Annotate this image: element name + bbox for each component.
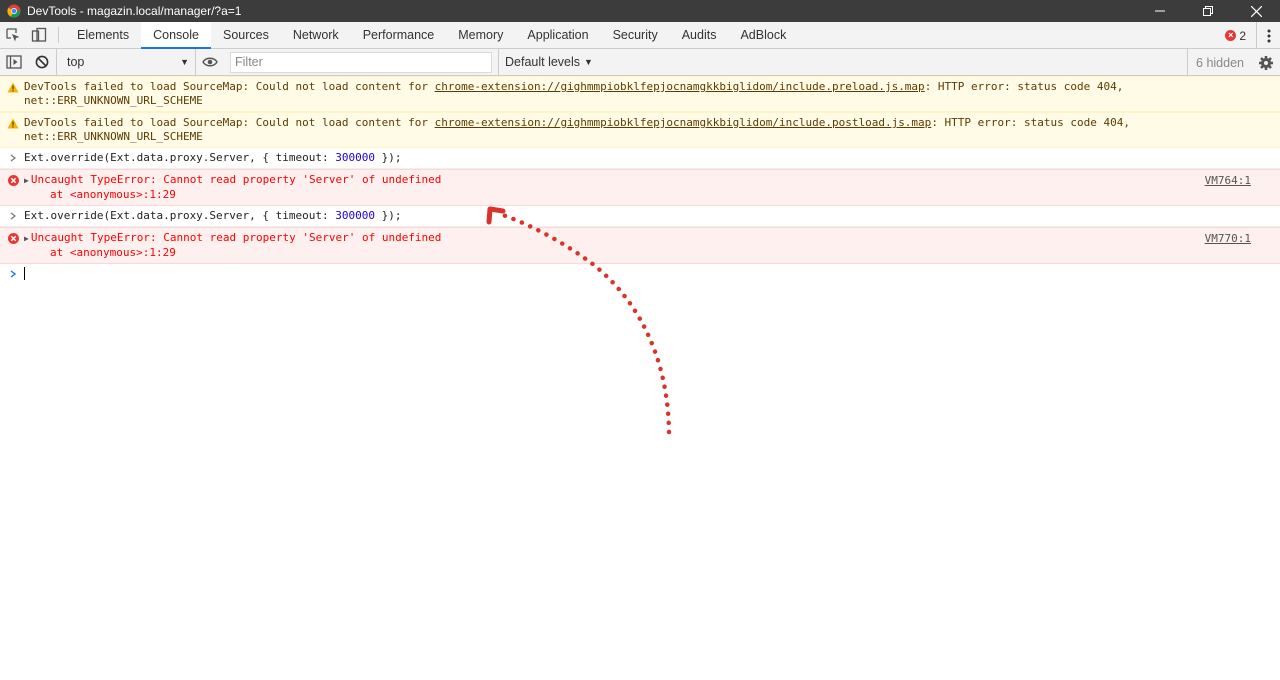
live-expression-button[interactable] (196, 49, 224, 76)
prompt-chevron-icon (10, 270, 16, 278)
tab-application[interactable]: Application (515, 22, 600, 48)
error-source-link[interactable]: VM764:1 (1205, 174, 1251, 188)
chevron-right-icon (10, 212, 16, 220)
expand-triangle-icon[interactable]: ▶ (24, 176, 29, 185)
text-caret (24, 267, 25, 280)
clear-console-button[interactable] (28, 49, 56, 76)
minimize-icon (1155, 10, 1165, 12)
console-warning-message: DevTools failed to load SourceMap: Could… (0, 76, 1280, 112)
close-icon (1250, 5, 1262, 17)
tab-memory[interactable]: Memory (446, 22, 515, 48)
error-icon: × (1225, 30, 1237, 41)
error-counter-button[interactable]: × 2 (1225, 29, 1246, 43)
warning-icon (7, 118, 19, 128)
tab-audits[interactable]: Audits (670, 22, 729, 48)
toolbar-divider (58, 27, 59, 43)
tab-adblock[interactable]: AdBlock (728, 22, 798, 48)
console-settings-button[interactable] (1252, 49, 1280, 76)
console-error-message[interactable]: ▶ Uncaught TypeError: Cannot read propert… (0, 227, 1280, 264)
window-title: DevTools - magazin.local/manager/?a=1 (27, 4, 242, 18)
error-icon (7, 232, 19, 244)
console-warning-message: DevTools failed to load SourceMap: Could… (0, 112, 1280, 148)
inspect-element-icon (6, 28, 20, 42)
customize-devtools-button[interactable] (1256, 22, 1280, 49)
log-levels-label: Default levels (505, 55, 581, 69)
expand-triangle-icon[interactable]: ▶ (24, 234, 29, 243)
chrome-logo-icon (7, 4, 21, 18)
error-source-link[interactable]: VM770:1 (1205, 232, 1251, 246)
console-command-entry: Ext.override(Ext.data.proxy.Server, { ti… (0, 206, 1280, 227)
levels-dropdown-arrow-icon: ▼ (584, 57, 593, 67)
filter-input[interactable] (230, 51, 492, 73)
console-toolbar: top ▼ Default levels ▼ 6 hidden (0, 48, 1280, 76)
gear-icon (1259, 55, 1273, 70)
console-command-entry: Ext.override(Ext.data.proxy.Server, { ti… (0, 148, 1280, 169)
log-levels-dropdown[interactable]: Default levels ▼ (498, 48, 599, 76)
sidebar-toggle-icon (6, 55, 22, 69)
tab-security[interactable]: Security (601, 22, 670, 48)
sourcemap-link[interactable]: chrome-extension://gighmmpiobklfepjocnam… (435, 80, 925, 93)
restore-button[interactable] (1184, 0, 1232, 22)
kebab-menu-icon (1267, 29, 1270, 42)
context-value: top (67, 55, 85, 69)
tab-elements[interactable]: Elements (65, 22, 141, 48)
hidden-messages-count: 6 hidden (1187, 49, 1252, 76)
device-toolbar-button[interactable] (26, 22, 52, 48)
console-prompt[interactable] (0, 264, 1280, 284)
show-sidebar-button[interactable] (0, 49, 28, 76)
dropdown-arrow-icon: ▼ (180, 57, 189, 67)
console-error-message[interactable]: ▶ Uncaught TypeError: Cannot read propert… (0, 169, 1280, 206)
tab-console[interactable]: Console (141, 22, 211, 49)
restore-icon (1203, 6, 1213, 16)
tab-network[interactable]: Network (281, 22, 351, 48)
devtools-tabs-bar: Elements Console Sources Network Perform… (0, 22, 1280, 49)
error-count: 2 (1239, 28, 1246, 43)
chevron-right-icon (10, 154, 16, 162)
error-icon (7, 174, 19, 186)
minimize-button[interactable] (1136, 0, 1184, 22)
window-titlebar: DevTools - magazin.local/manager/?a=1 (0, 0, 1280, 22)
sourcemap-link[interactable]: chrome-extension://gighmmpiobklfepjocnam… (435, 116, 932, 129)
tab-sources[interactable]: Sources (211, 22, 281, 48)
window-controls (1136, 0, 1280, 22)
device-toggle-icon (31, 27, 47, 42)
clear-console-icon (35, 55, 49, 69)
warning-icon (7, 82, 19, 92)
eye-icon (202, 57, 218, 67)
close-window-button[interactable] (1232, 0, 1280, 22)
inspect-element-button[interactable] (0, 22, 26, 48)
console-messages: DevTools failed to load SourceMap: Could… (0, 76, 1280, 284)
tab-performance[interactable]: Performance (351, 22, 447, 48)
execution-context-select[interactable]: top ▼ (56, 48, 196, 76)
